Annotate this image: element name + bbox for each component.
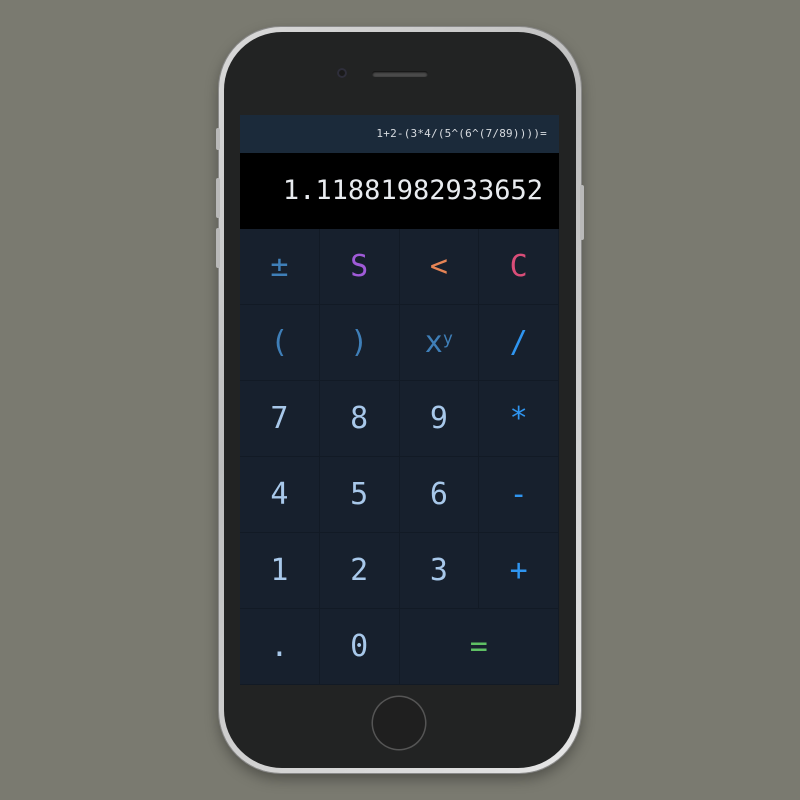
s-button[interactable]: S	[319, 229, 400, 305]
calculator-screen: 1+2-(3*4/(5^(6^(7/89))))= 1.118819829336…	[240, 115, 559, 685]
digit-5-button[interactable]: 5	[319, 457, 400, 533]
digit-7-button[interactable]: 7	[240, 381, 320, 457]
plus-button[interactable]: +	[479, 533, 559, 609]
power-button	[580, 185, 584, 240]
power-exponent-label: y	[442, 328, 454, 349]
mute-switch	[216, 128, 220, 150]
backspace-button[interactable]: <	[399, 229, 480, 305]
divide-button[interactable]: /	[479, 305, 559, 381]
digit-8-button[interactable]: 8	[319, 381, 400, 457]
close-paren-button[interactable]: )	[319, 305, 400, 381]
minus-button[interactable]: -	[479, 457, 559, 533]
digit-1-button[interactable]: 1	[240, 533, 320, 609]
clear-button[interactable]: C	[479, 229, 559, 305]
digit-4-button[interactable]: 4	[240, 457, 320, 533]
home-button[interactable]	[373, 697, 425, 749]
power-base-label: x	[424, 325, 443, 360]
digit-0-button[interactable]: 0	[319, 609, 400, 685]
volume-up-button	[216, 178, 220, 218]
keypad: ± S < C ( ) xy / 7 8 9 * 4 5 6 - 1 2 3 +…	[240, 229, 559, 685]
digit-2-button[interactable]: 2	[319, 533, 400, 609]
open-paren-button[interactable]: (	[240, 305, 320, 381]
volume-down-button	[216, 228, 220, 268]
digit-9-button[interactable]: 9	[399, 381, 480, 457]
speaker-icon	[372, 71, 428, 77]
power-button-key[interactable]: xy	[399, 305, 480, 381]
result-display: 1.11881982933652	[240, 153, 559, 229]
equals-button[interactable]: =	[399, 609, 559, 685]
digit-6-button[interactable]: 6	[399, 457, 480, 533]
camera-icon	[337, 68, 347, 78]
digit-3-button[interactable]: 3	[399, 533, 480, 609]
decimal-button[interactable]: .	[240, 609, 320, 685]
plus-minus-button[interactable]: ±	[240, 229, 320, 305]
expression-display: 1+2-(3*4/(5^(6^(7/89))))=	[240, 115, 559, 153]
multiply-button[interactable]: *	[479, 381, 559, 457]
